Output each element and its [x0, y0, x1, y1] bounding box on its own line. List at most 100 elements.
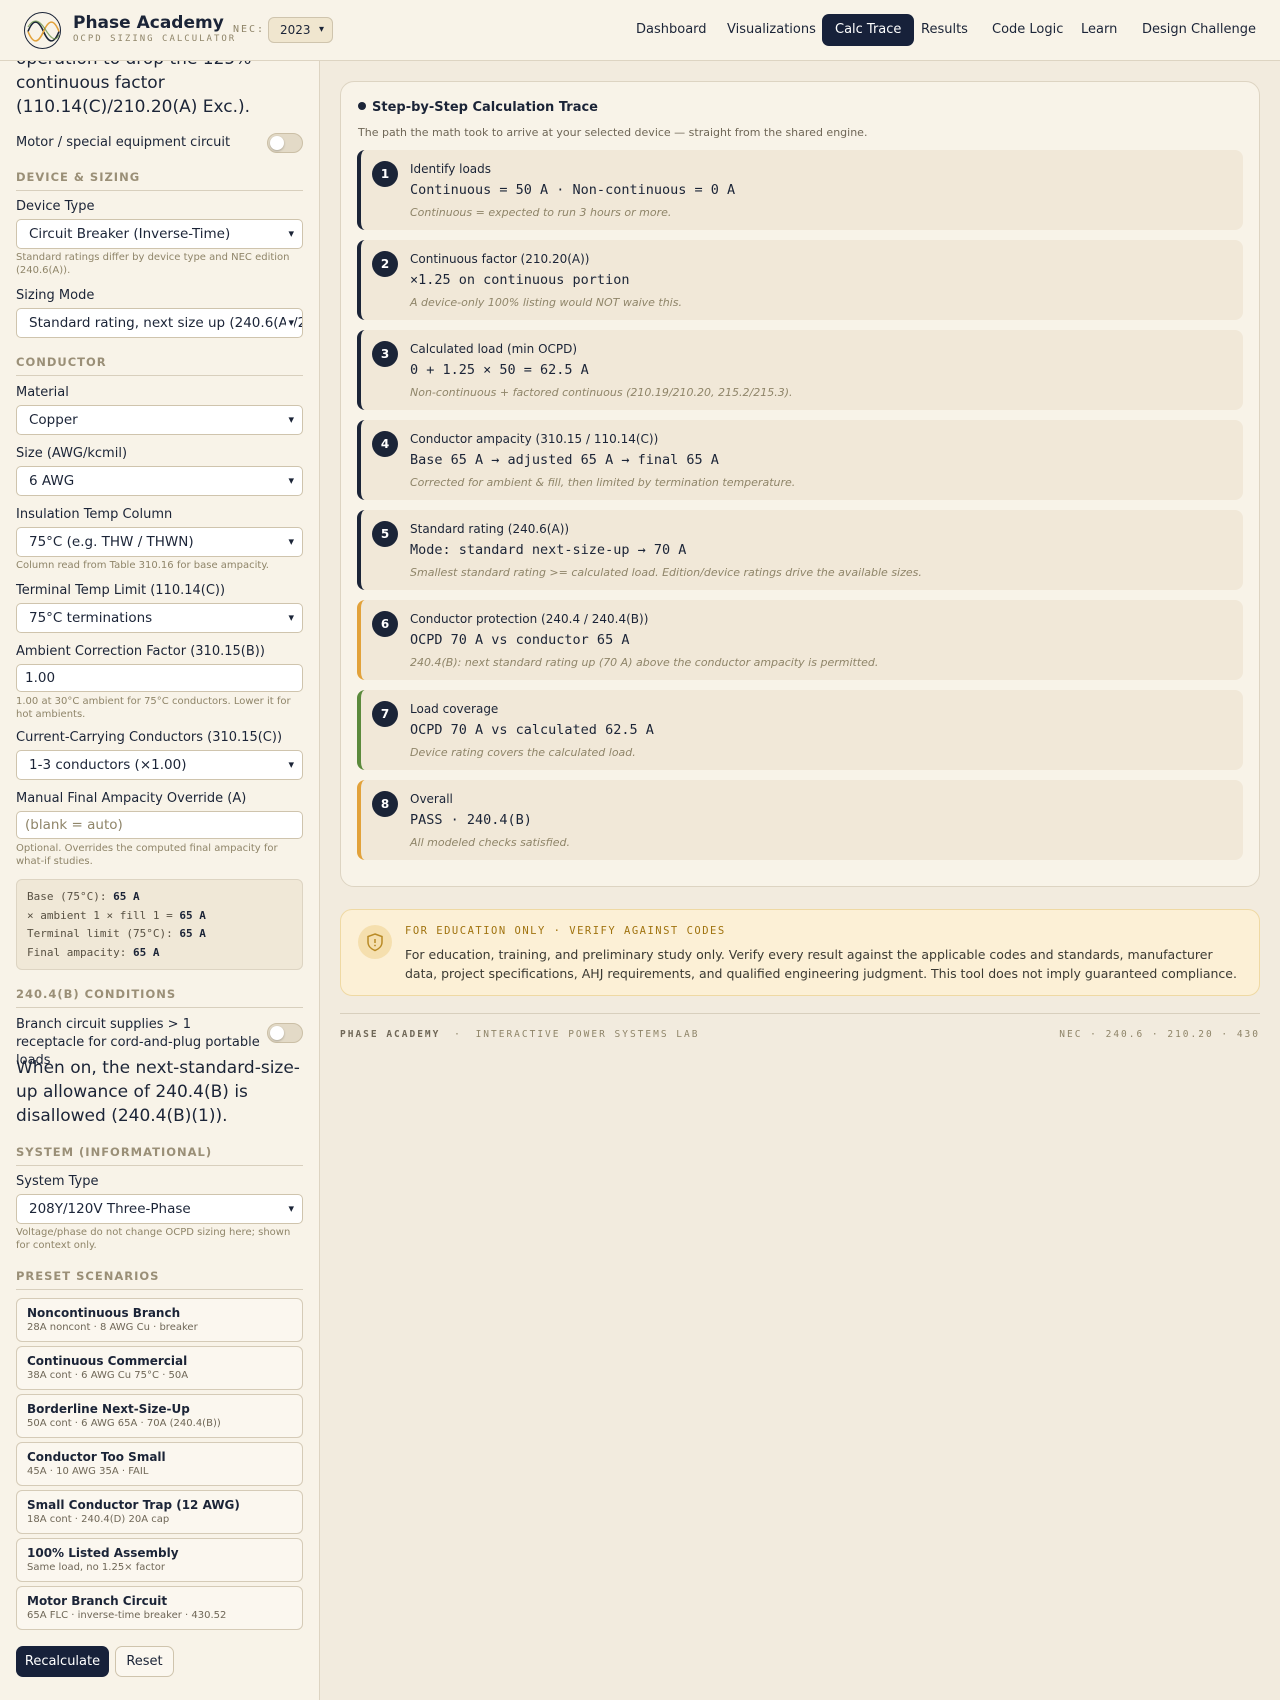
receptacle-toggle[interactable] — [267, 1023, 303, 1043]
step-formula: 0 + 1.25 × 50 = 62.5 A — [410, 362, 589, 378]
step-title: Identify loads — [410, 162, 492, 176]
terminal-temp-value: 75°C terminations — [29, 610, 153, 626]
terminal-temp-label: Terminal Temp Limit (110.14(C)) — [16, 583, 226, 598]
footer-tagline: INTERACTIVE POWER SYSTEMS LAB — [475, 1029, 700, 1040]
insulation-value: 75°C (e.g. THW / THWN) — [29, 534, 194, 550]
device-type-label: Device Type — [16, 199, 95, 214]
education-disclaimer: FOR EDUCATION ONLY · VERIFY AGAINST CODE… — [340, 909, 1260, 996]
system-type-hint: Voltage/phase do not change OCPD sizing … — [16, 1227, 291, 1251]
device-type-select[interactable]: Circuit Breaker (Inverse-Time) ▾ — [16, 219, 303, 249]
preset-title: 100% Listed Assembly — [27, 1546, 179, 1560]
trace-step-calculated-load: 3 Calculated load (min OCPD) 0 + 1.25 × … — [357, 330, 1243, 410]
preset-title: Conductor Too Small — [27, 1450, 166, 1464]
nav-code-logic[interactable]: Code Logic — [979, 14, 1076, 46]
nav-results[interactable]: Results — [908, 14, 981, 46]
nav-learn[interactable]: Learn — [1068, 14, 1130, 46]
continuous-exception-text: operation to drop the 125% continuous fa… — [16, 61, 251, 117]
system-type-select[interactable]: 208Y/120V Three-Phase ▾ — [16, 1194, 303, 1224]
preset-subtitle: 45A · 10 AWG 35A · FAIL — [27, 1466, 149, 1477]
step-note: 240.4(B): next standard rating up (70 A)… — [410, 656, 879, 669]
nec-edition-select[interactable]: 2023 ▾ — [268, 17, 333, 43]
size-label: Size (AWG/kcmil) — [16, 446, 128, 461]
nav-dashboard[interactable]: Dashboard — [623, 14, 720, 46]
motor-circuit-toggle[interactable] — [267, 133, 303, 153]
device-type-hint: Standard ratings differ by device type a… — [16, 252, 290, 276]
system-type-label: System Type — [16, 1174, 99, 1189]
preset-title: Noncontinuous Branch — [27, 1306, 181, 1320]
chevron-down-icon: ▾ — [288, 227, 294, 240]
sizing-mode-select[interactable]: Standard rating, next size up (240.6(A)/… — [16, 308, 303, 338]
input-sidebar: operation to drop the 125% continuous fa… — [0, 61, 320, 1700]
step-title: Continuous factor (210.20(A)) — [410, 252, 590, 266]
preset-subtitle: 50A cont · 6 AWG 65A · 70A (240.4(B)) — [27, 1418, 221, 1429]
step-number-badge: 4 — [372, 431, 398, 457]
preset-motor-branch-circuit[interactable]: Motor Branch Circuit 65A FLC · inverse-t… — [16, 1586, 303, 1630]
preset-subtitle: 18A cont · 240.4(D) 20A cap — [27, 1514, 170, 1525]
device-type-value: Circuit Breaker (Inverse-Time) — [29, 226, 231, 242]
nav-calc-trace[interactable]: Calc Trace — [822, 14, 915, 46]
insulation-select[interactable]: 75°C (e.g. THW / THWN) ▾ — [16, 527, 303, 557]
footer-code-refs: NEC · 240.6 · 210.20 · 430 — [1059, 1029, 1260, 1040]
step-number-badge: 3 — [372, 341, 398, 367]
sizing-mode-value: Standard rating, next size up (240.6(A)/… — [29, 315, 302, 331]
phase-academy-logo-icon — [24, 12, 61, 49]
preset-continuous-commercial[interactable]: Continuous Commercial 38A cont · 6 AWG C… — [16, 1346, 303, 1390]
preset-borderline-next-size-up[interactable]: Borderline Next-Size-Up 50A cont · 6 AWG… — [16, 1394, 303, 1438]
preset-noncontinuous-branch[interactable]: Noncontinuous Branch 28A noncont · 8 AWG… — [16, 1298, 303, 1342]
preset-title: Small Conductor Trap (12 AWG) — [27, 1498, 240, 1512]
insulation-hint: Column read from Table 310.16 for base a… — [16, 560, 269, 571]
material-select[interactable]: Copper ▾ — [16, 405, 303, 435]
trace-step-identify-loads: 1 Identify loads Continuous = 50 A · Non… — [357, 150, 1243, 230]
step-note: Continuous = expected to run 3 hours or … — [410, 206, 672, 219]
chevron-down-icon: ▾ — [288, 758, 294, 771]
step-note: All modeled checks satisfied. — [410, 836, 570, 849]
footer-brand: PHASE ACADEMY · INTERACTIVE POWER SYSTEM… — [340, 1029, 699, 1040]
footer-separator: · — [454, 1029, 462, 1040]
calc-line-adjusted: × ambient 1 × fill 1 = 65 A — [27, 908, 206, 922]
override-hint: Optional. Overrides the computed final a… — [16, 843, 278, 867]
ambient-factor-input[interactable]: 1.00 — [16, 664, 303, 692]
preset-title: Continuous Commercial — [27, 1354, 188, 1368]
preset-subtitle: Same load, no 1.25× factor — [27, 1562, 166, 1573]
toggle-knob — [270, 1026, 284, 1040]
step-title: Conductor protection (240.4 / 240.4(B)) — [410, 612, 649, 626]
ccc-label: Current-Carrying Conductors (310.15(C)) — [16, 730, 283, 745]
nec-edition-value: 2023 — [280, 23, 311, 37]
preset-title: Borderline Next-Size-Up — [27, 1402, 190, 1416]
reset-button[interactable]: Reset — [115, 1646, 174, 1677]
nav-visualizations[interactable]: Visualizations — [714, 14, 829, 46]
step-title: Conductor ampacity (310.15 / 110.14(C)) — [410, 432, 659, 446]
preset-100-percent-listed[interactable]: 100% Listed Assembly Same load, no 1.25×… — [16, 1538, 303, 1582]
chevron-down-icon: ▾ — [288, 535, 294, 548]
motor-toggle-label: Motor / special equipment circuit — [16, 135, 231, 150]
recalculate-button[interactable]: Recalculate — [16, 1646, 109, 1677]
ccc-select[interactable]: 1-3 conductors (×1.00) ▾ — [16, 750, 303, 780]
ccc-value: 1-3 conductors (×1.00) — [29, 757, 187, 773]
step-formula: Continuous = 50 A · Non-continuous = 0 A — [410, 182, 736, 198]
step-note: A device-only 100% listing would NOT wai… — [410, 296, 682, 309]
size-value: 6 AWG — [29, 473, 75, 489]
chevron-down-icon: ▾ — [318, 24, 324, 35]
preset-subtitle: 65A FLC · inverse-time breaker · 430.52 — [27, 1610, 227, 1621]
top-navigation-bar: Phase Academy OCPD SIZING CALCULATOR NEC… — [0, 0, 1280, 61]
step-number-badge: 6 — [372, 611, 398, 637]
preset-title: Motor Branch Circuit — [27, 1594, 168, 1608]
system-type-value: 208Y/120V Three-Phase — [29, 1201, 191, 1217]
chevron-down-icon: ▾ — [288, 611, 294, 624]
terminal-temp-select[interactable]: 75°C terminations ▾ — [16, 603, 303, 633]
size-select[interactable]: 6 AWG ▾ — [16, 466, 303, 496]
calc-line-base: Base (75°C): 65 A — [27, 890, 140, 903]
preset-small-conductor-trap[interactable]: Small Conductor Trap (12 AWG) 18A cont ·… — [16, 1490, 303, 1534]
section-240-4b-conditions: 240.4(B) CONDITIONS — [16, 987, 303, 1008]
receptacle-note: When on, the next-standard-size-up allow… — [16, 1058, 300, 1126]
material-value: Copper — [29, 412, 78, 428]
trace-title: Step-by-Step Calculation Trace — [358, 100, 598, 115]
override-input[interactable]: (blank = auto) — [16, 811, 303, 839]
calc-line-final: Final ampacity: 65 A — [27, 945, 160, 959]
preset-conductor-too-small[interactable]: Conductor Too Small 45A · 10 AWG 35A · F… — [16, 1442, 303, 1486]
toggle-knob — [270, 136, 284, 150]
step-number-badge: 2 — [372, 251, 398, 277]
nav-design-challenge[interactable]: Design Challenge — [1129, 14, 1269, 46]
nec-label: NEC: — [233, 24, 266, 35]
step-note: Smallest standard rating >= calculated l… — [410, 566, 922, 579]
